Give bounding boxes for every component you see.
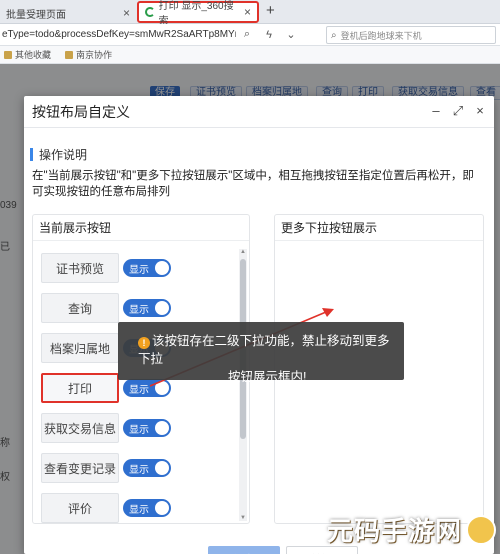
toast-message-line1: 该按钮存在二级下拉功能，禁止移动到更多下拉 xyxy=(138,334,390,366)
minimize-icon[interactable]: – xyxy=(430,104,442,118)
dialog-header: 按钮布局自定义 – ⤢ × xyxy=(24,96,494,128)
folder-icon xyxy=(65,50,74,59)
draggable-button-rate[interactable]: 评价 xyxy=(41,493,119,523)
bookmark-label: 其他收藏 xyxy=(15,50,52,60)
bookmark-item[interactable]: 南京协作 xyxy=(65,48,112,61)
watermark-text: 元码手游网 xyxy=(326,517,462,547)
search-input[interactable]: ⌕ 登机后跑地球来下机 xyxy=(326,26,496,44)
watermark-logo-icon xyxy=(466,514,496,545)
visibility-toggle[interactable]: 显示 xyxy=(123,459,171,477)
panel-title: 当前展示按钮 xyxy=(33,215,249,241)
draggable-button-cert-preview[interactable]: 证书预览 xyxy=(41,253,119,283)
toggle-knob xyxy=(155,261,169,275)
scroll-up-icon[interactable]: ▲ xyxy=(239,249,247,255)
lightning-icon[interactable]: ϟ xyxy=(258,29,280,41)
button-row: 查看变更记录 显示 xyxy=(41,453,217,483)
dialog-title: 按钮布局自定义 xyxy=(32,103,130,120)
warning-icon: ! xyxy=(138,337,150,349)
draggable-button-query[interactable]: 查询 xyxy=(41,293,119,323)
tab-label: 打印 显示_360搜索 xyxy=(158,1,234,27)
browser-tab-bar: 批量受理页面 × 打印 显示_360搜索 × + xyxy=(0,0,500,27)
toggle-label: 显示 xyxy=(129,505,149,516)
toggle-label: 显示 xyxy=(129,305,149,316)
toggle-knob xyxy=(155,301,169,315)
section-header: 操作说明 xyxy=(30,146,87,163)
address-bar: eType=todo&processDefKey=smMwR2SaARTp8MY… xyxy=(0,24,500,46)
search-placeholder: 登机后跑地球来下机 xyxy=(340,30,422,41)
tab-label: 批量受理页面 xyxy=(6,9,66,21)
toggle-label: 显示 xyxy=(129,465,149,476)
visibility-toggle[interactable]: 显示 xyxy=(123,259,171,277)
close-icon[interactable]: × xyxy=(123,6,130,20)
visibility-toggle[interactable]: 显示 xyxy=(123,419,171,437)
loading-icon xyxy=(145,7,155,17)
button-row: 评价 显示 xyxy=(41,493,217,523)
panel-title: 更多下拉按钮展示 xyxy=(275,215,483,241)
new-tab-icon[interactable]: + xyxy=(266,2,275,19)
search-icon[interactable]: ⌕ xyxy=(236,28,258,41)
draggable-button-trade-info[interactable]: 获取交易信息 xyxy=(41,413,119,443)
toggle-knob xyxy=(155,421,169,435)
chevron-down-icon[interactable]: ⌄ xyxy=(280,28,302,41)
button-row: 获取交易信息 显示 xyxy=(41,413,217,443)
draggable-button-print[interactable]: 打印 xyxy=(41,373,119,403)
warning-toast: ! 该按钮存在二级下拉功能，禁止移动到更多下拉 按钮展示框内! xyxy=(118,322,404,384)
bookmark-item[interactable]: 其他收藏 xyxy=(4,48,51,61)
bookmarks-bar: 其他收藏 南京协作 xyxy=(0,46,500,64)
section-title: 操作说明 xyxy=(39,148,88,162)
toast-message-line2: 按钮展示框内! xyxy=(228,370,307,384)
instructions-text: 在"当前展示按钮"和"更多下拉按钮展示"区域中，相互拖拽按钮至指定位置后再松开，… xyxy=(32,170,474,198)
button-row: 查询 显示 xyxy=(41,293,217,323)
close-icon[interactable]: × xyxy=(244,5,251,19)
visibility-toggle[interactable]: 显示 xyxy=(123,499,171,517)
url-field[interactable]: eType=todo&processDefKey=smMwR2SaARTp8MY… xyxy=(0,29,236,40)
browser-tab-search[interactable]: 打印 显示_360搜索 × xyxy=(137,1,259,27)
maximize-icon[interactable]: ⤢ xyxy=(452,104,464,118)
toggle-knob xyxy=(155,501,169,515)
folder-icon xyxy=(4,50,12,59)
section-marker xyxy=(30,148,33,161)
search-icon: ⌕ xyxy=(331,29,337,41)
watermark: 元码手游网 xyxy=(327,511,496,548)
bookmark-label: 南京协作 xyxy=(76,50,113,60)
close-icon[interactable]: × xyxy=(474,104,486,118)
draggable-button-change-log[interactable]: 查看变更记录 xyxy=(41,453,119,483)
button-row: 证书预览 显示 xyxy=(41,253,217,283)
toggle-knob xyxy=(155,461,169,475)
draggable-button-archive[interactable]: 档案归属地 xyxy=(41,333,119,363)
scroll-down-icon[interactable]: ▼ xyxy=(239,515,247,521)
toggle-label: 显示 xyxy=(129,265,149,276)
toggle-label: 显示 xyxy=(129,425,149,436)
save-button[interactable]: 保存 xyxy=(208,546,280,554)
browser-tab-batch[interactable]: 批量受理页面 × xyxy=(0,2,136,24)
visibility-toggle[interactable]: 显示 xyxy=(123,299,171,317)
